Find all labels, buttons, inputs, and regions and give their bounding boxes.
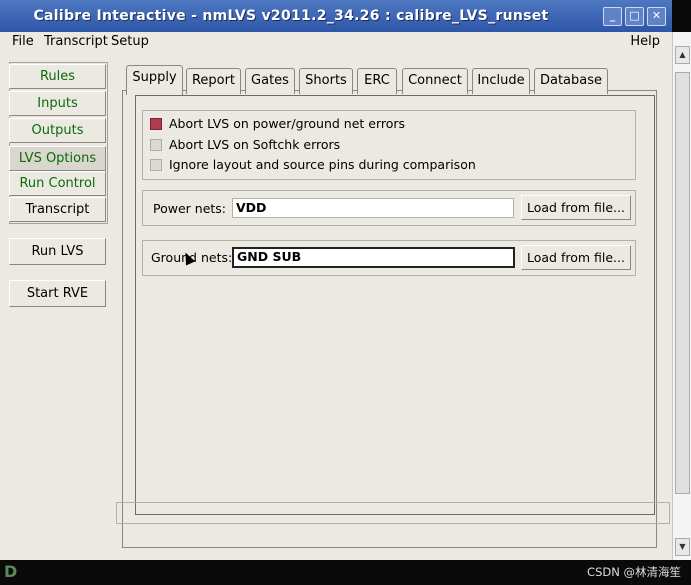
close-button[interactable]: ✕: [647, 7, 666, 26]
sidebar-item-run-control[interactable]: Run Control: [9, 171, 106, 196]
sidebar-item-outputs[interactable]: Outputs: [9, 118, 106, 143]
ground-nets-input[interactable]: GND SUB: [232, 247, 515, 268]
checkbox-abort-softchk[interactable]: [150, 139, 162, 151]
title-bar: Calibre Interactive - nmLVS v2011.2_34.2…: [0, 0, 672, 32]
checkbox-abort-power-ground[interactable]: [150, 118, 162, 130]
tab-database[interactable]: Database: [534, 68, 608, 94]
minimize-button[interactable]: _: [603, 7, 622, 26]
option-label: Abort LVS on power/ground net errors: [169, 116, 406, 131]
power-nets-label: Power nets:: [153, 201, 227, 216]
tab-gates[interactable]: Gates: [245, 68, 295, 94]
tab-shorts[interactable]: Shorts: [299, 68, 353, 94]
sidebar-item-lvs-options[interactable]: LVS Options: [9, 146, 106, 171]
sidebar-item-transcript[interactable]: Transcript: [9, 197, 106, 222]
menu-file[interactable]: File: [12, 34, 34, 49]
watermark: CSDN @林清海笙: [587, 565, 681, 579]
tab-supply[interactable]: Supply: [126, 65, 183, 95]
tab-include[interactable]: Include: [472, 68, 530, 94]
start-rve-button[interactable]: Start RVE: [9, 280, 106, 307]
menu-bar: File Transcript Setup Help: [0, 32, 672, 54]
run-lvs-button[interactable]: Run LVS: [9, 238, 106, 265]
ground-load-button[interactable]: Load from file...: [521, 245, 631, 270]
power-load-button[interactable]: Load from file...: [521, 195, 631, 220]
menu-setup[interactable]: Setup: [111, 34, 149, 49]
option-label: Abort LVS on Softchk errors: [169, 137, 341, 152]
window-title: Calibre Interactive - nmLVS v2011.2_34.2…: [33, 8, 549, 24]
scroll-down-icon[interactable]: ▼: [675, 538, 690, 556]
tab-erc[interactable]: ERC: [357, 68, 397, 94]
scroll-thumb[interactable]: [675, 72, 690, 494]
scroll-up-icon[interactable]: ▲: [675, 46, 690, 64]
sidebar-item-inputs[interactable]: Inputs: [9, 91, 106, 116]
tab-report[interactable]: Report: [186, 68, 241, 94]
taskbar: D CSDN @林清海笙: [0, 560, 691, 585]
status-bar: [116, 502, 670, 524]
checkbox-ignore-pins[interactable]: [150, 159, 162, 171]
maximize-button[interactable]: □: [625, 7, 644, 26]
menu-help[interactable]: Help: [630, 34, 660, 49]
power-nets-input[interactable]: VDD: [232, 198, 514, 218]
option-label: Ignore layout and source pins during com…: [169, 157, 476, 172]
menu-transcript[interactable]: Transcript: [44, 34, 108, 49]
sidebar-item-rules[interactable]: Rules: [9, 64, 106, 89]
app-icon[interactable]: D: [4, 562, 17, 581]
scrollbar[interactable]: ▲ ▼: [672, 32, 691, 560]
tab-connect[interactable]: Connect: [402, 68, 468, 94]
